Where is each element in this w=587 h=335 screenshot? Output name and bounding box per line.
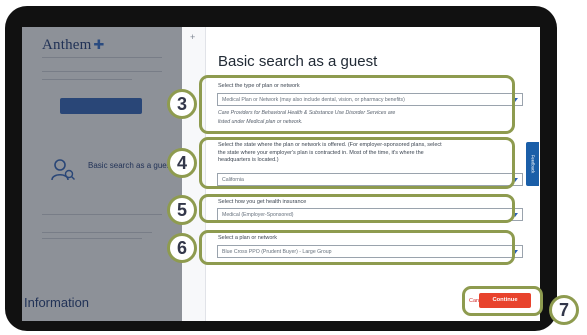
highlight-state [199,137,515,189]
plus-icon[interactable]: + [190,32,195,42]
step-badge-4: 4 [167,148,197,178]
highlight-plan-type [199,75,515,134]
highlight-insurance [199,194,515,223]
step-badge-3: 3 [167,89,197,119]
highlight-network [199,230,515,265]
modal-title: Basic search as a guest [218,53,378,70]
step-badge-7: 7 [549,295,579,325]
feedback-tab-label: Feedback [530,154,535,174]
step-badge-6: 6 [167,233,197,263]
feedback-tab[interactable]: Feedback [526,142,539,186]
modal-backdrop[interactable] [22,27,182,321]
highlight-continue [462,286,543,316]
step-badge-5: 5 [167,195,197,225]
